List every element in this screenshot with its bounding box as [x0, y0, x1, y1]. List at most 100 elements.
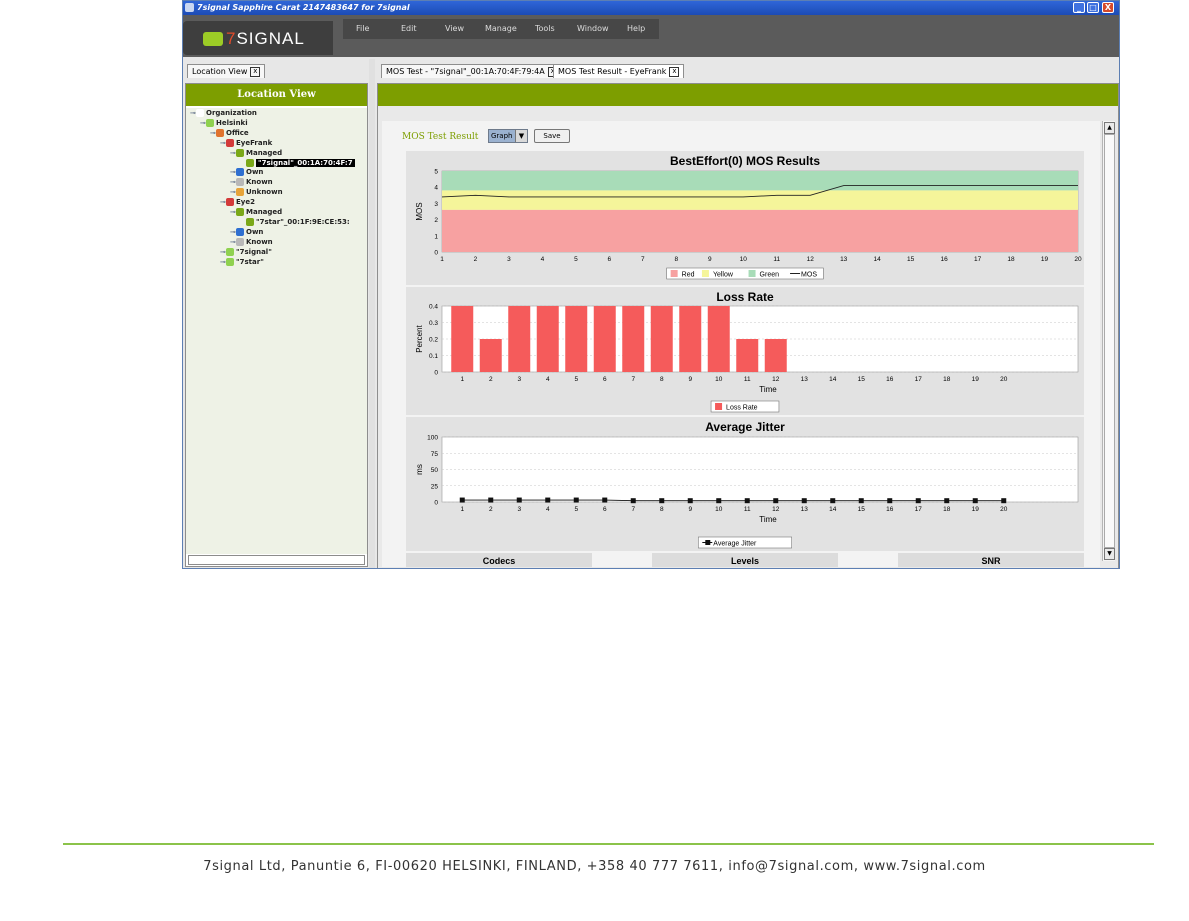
- tree-node[interactable]: ⊸ EyeFrank: [220, 138, 272, 148]
- pane-splitter[interactable]: [369, 59, 375, 568]
- x-tick-label: 13: [840, 256, 848, 263]
- tree-node[interactable]: ⊸ Office: [210, 128, 249, 138]
- tree-node-label: "7signal": [236, 247, 272, 256]
- zone-band-green: [442, 171, 1078, 191]
- tree-node-label: Known: [246, 178, 273, 187]
- x-tick-label: 18: [943, 506, 951, 513]
- tab-location-view[interactable]: Location View x: [187, 64, 266, 78]
- minimize-button[interactable]: _: [1073, 2, 1085, 13]
- vertical-scrollbar[interactable]: ▲ ▼: [1102, 121, 1115, 561]
- scroll-up-icon[interactable]: ▲: [1104, 122, 1115, 134]
- x-tick-label: 2: [474, 256, 478, 263]
- tree-node[interactable]: "7signal"_00:1A:70:4F:7: [240, 158, 355, 168]
- jitter-point: [887, 498, 893, 504]
- x-tick-label: 7: [631, 376, 635, 383]
- legend-label: Average Jitter: [713, 541, 757, 548]
- loss-bar: [679, 306, 702, 372]
- city-icon: [206, 118, 214, 127]
- tab-mos-test-result[interactable]: MOS Test Result - EyeFrank x: [553, 64, 685, 78]
- menu-file[interactable]: File: [356, 24, 369, 33]
- close-tab-icon[interactable]: x: [669, 66, 680, 77]
- scroll-down-icon[interactable]: ▼: [1104, 548, 1115, 560]
- ssid-icon: [226, 257, 234, 266]
- known-icon: [236, 237, 244, 246]
- x-tick-label: 15: [858, 506, 866, 513]
- loss-bar: [479, 339, 502, 372]
- jitter-point: [659, 498, 665, 504]
- x-tick-label: 5: [574, 506, 578, 513]
- x-tick-label: 16: [886, 506, 894, 513]
- x-tick-label: 5: [574, 256, 578, 263]
- logo: 7SIGNAL: [183, 21, 333, 55]
- scroll-thumb[interactable]: [1104, 134, 1115, 548]
- x-tick-label: 6: [603, 376, 607, 383]
- legend-label: Yellow: [713, 272, 734, 279]
- loss-bar: [565, 306, 588, 372]
- tab-mos-test[interactable]: MOS Test - "7signal"_00:1A:70:4F:79:4Ax: [381, 64, 563, 78]
- x-tick-label: 4: [541, 256, 545, 263]
- tree-node[interactable]: ⊸ Unknown: [230, 188, 283, 197]
- jitter-point: [516, 497, 522, 503]
- horizontal-scrollbar[interactable]: [188, 555, 365, 565]
- loss-bar: [622, 306, 645, 372]
- tree-node[interactable]: ⊸ Organization: [190, 109, 257, 118]
- app-window: 7signal Sapphire Carat 2147483647 for 7s…: [182, 0, 1120, 569]
- tree-node[interactable]: ⊸ Known: [230, 237, 273, 247]
- tree-node[interactable]: ⊸ "7signal": [220, 247, 272, 257]
- y-tick-label: 75: [431, 451, 439, 458]
- unknown-icon: [236, 188, 244, 197]
- result-label: MOS Test Result: [402, 132, 479, 142]
- tree-node-label: Unknown: [246, 188, 283, 197]
- tree-node[interactable]: ⊸ Managed: [230, 208, 282, 217]
- tree-node[interactable]: ⊸ Eye2: [220, 198, 255, 207]
- tree-node[interactable]: ⊸ Known: [230, 178, 273, 187]
- x-tick-label: 3: [517, 506, 521, 513]
- save-button[interactable]: Save: [534, 129, 570, 143]
- tree-node[interactable]: ⊸ Own: [230, 227, 263, 237]
- x-tick-label: 14: [829, 506, 837, 513]
- x-tick-label: 13: [801, 506, 809, 513]
- jitter-point: [830, 498, 836, 504]
- tree-node-label: Managed: [246, 148, 283, 157]
- x-tick-label: 9: [688, 506, 692, 513]
- legend-swatch: [715, 403, 723, 410]
- footer-text: 7signal Ltd, Panuntie 6, FI-00620 HELSIN…: [203, 859, 986, 874]
- y-tick-label: 3: [434, 201, 438, 208]
- close-tab-icon[interactable]: x: [250, 66, 261, 77]
- tree-node[interactable]: ⊸ Helsinki: [200, 118, 248, 128]
- result-content: MOS Test Result Graph ▼ Save BestEffort(0…: [382, 121, 1100, 567]
- x-tick-label: 16: [940, 256, 948, 263]
- y-axis-label: MOS: [415, 202, 424, 220]
- x-tick-label: 12: [772, 506, 780, 513]
- x-axis-label: Time: [759, 515, 777, 524]
- managed-icon: [236, 208, 244, 216]
- location-tree[interactable]: ⊸ Organization ⊸ Helsinki ⊸ Office ⊸ EyeFrank ⊸ M…: [186, 108, 367, 554]
- menu-edit[interactable]: Edit: [401, 24, 417, 33]
- tree-node[interactable]: ⊸ "7star": [220, 257, 264, 267]
- menu-help[interactable]: Help: [627, 24, 645, 33]
- tree-node[interactable]: ⊸ Managed: [230, 148, 283, 158]
- x-tick-label: 7: [641, 256, 645, 263]
- jitter-point: [545, 497, 551, 503]
- menu-manage[interactable]: Manage: [485, 24, 517, 33]
- jitter-point: [573, 497, 579, 503]
- tree-node-label: "7signal"_00:1A:70:4F:7: [256, 158, 355, 167]
- x-tick-label: 11: [744, 506, 751, 513]
- eye-icon: [226, 138, 234, 147]
- right-tab-bar: MOS Test - "7signal"_00:1A:70:4F:79:4Ax …: [375, 59, 1119, 81]
- maximize-button[interactable]: □: [1087, 2, 1099, 13]
- menu-window[interactable]: Window: [577, 24, 609, 33]
- jitter-point: [773, 498, 779, 504]
- view-select[interactable]: Graph ▼: [488, 129, 528, 143]
- tree-node[interactable]: ⊸ Own: [230, 168, 263, 177]
- menu-tools[interactable]: Tools: [535, 24, 555, 33]
- tree-node[interactable]: "7star"_00:1F:9E:CE:53:: [240, 217, 350, 227]
- menu-view[interactable]: View: [445, 24, 464, 33]
- x-tick-label: 16: [886, 376, 894, 383]
- title-bar[interactable]: 7signal Sapphire Carat 2147483647 for 7s…: [183, 1, 1119, 15]
- y-tick-label: 50: [431, 467, 439, 474]
- tree-node-label: Own: [246, 168, 264, 177]
- legend-swatch: [748, 270, 756, 277]
- chevron-down-icon[interactable]: ▼: [515, 130, 527, 142]
- close-button[interactable]: X: [1102, 2, 1114, 13]
